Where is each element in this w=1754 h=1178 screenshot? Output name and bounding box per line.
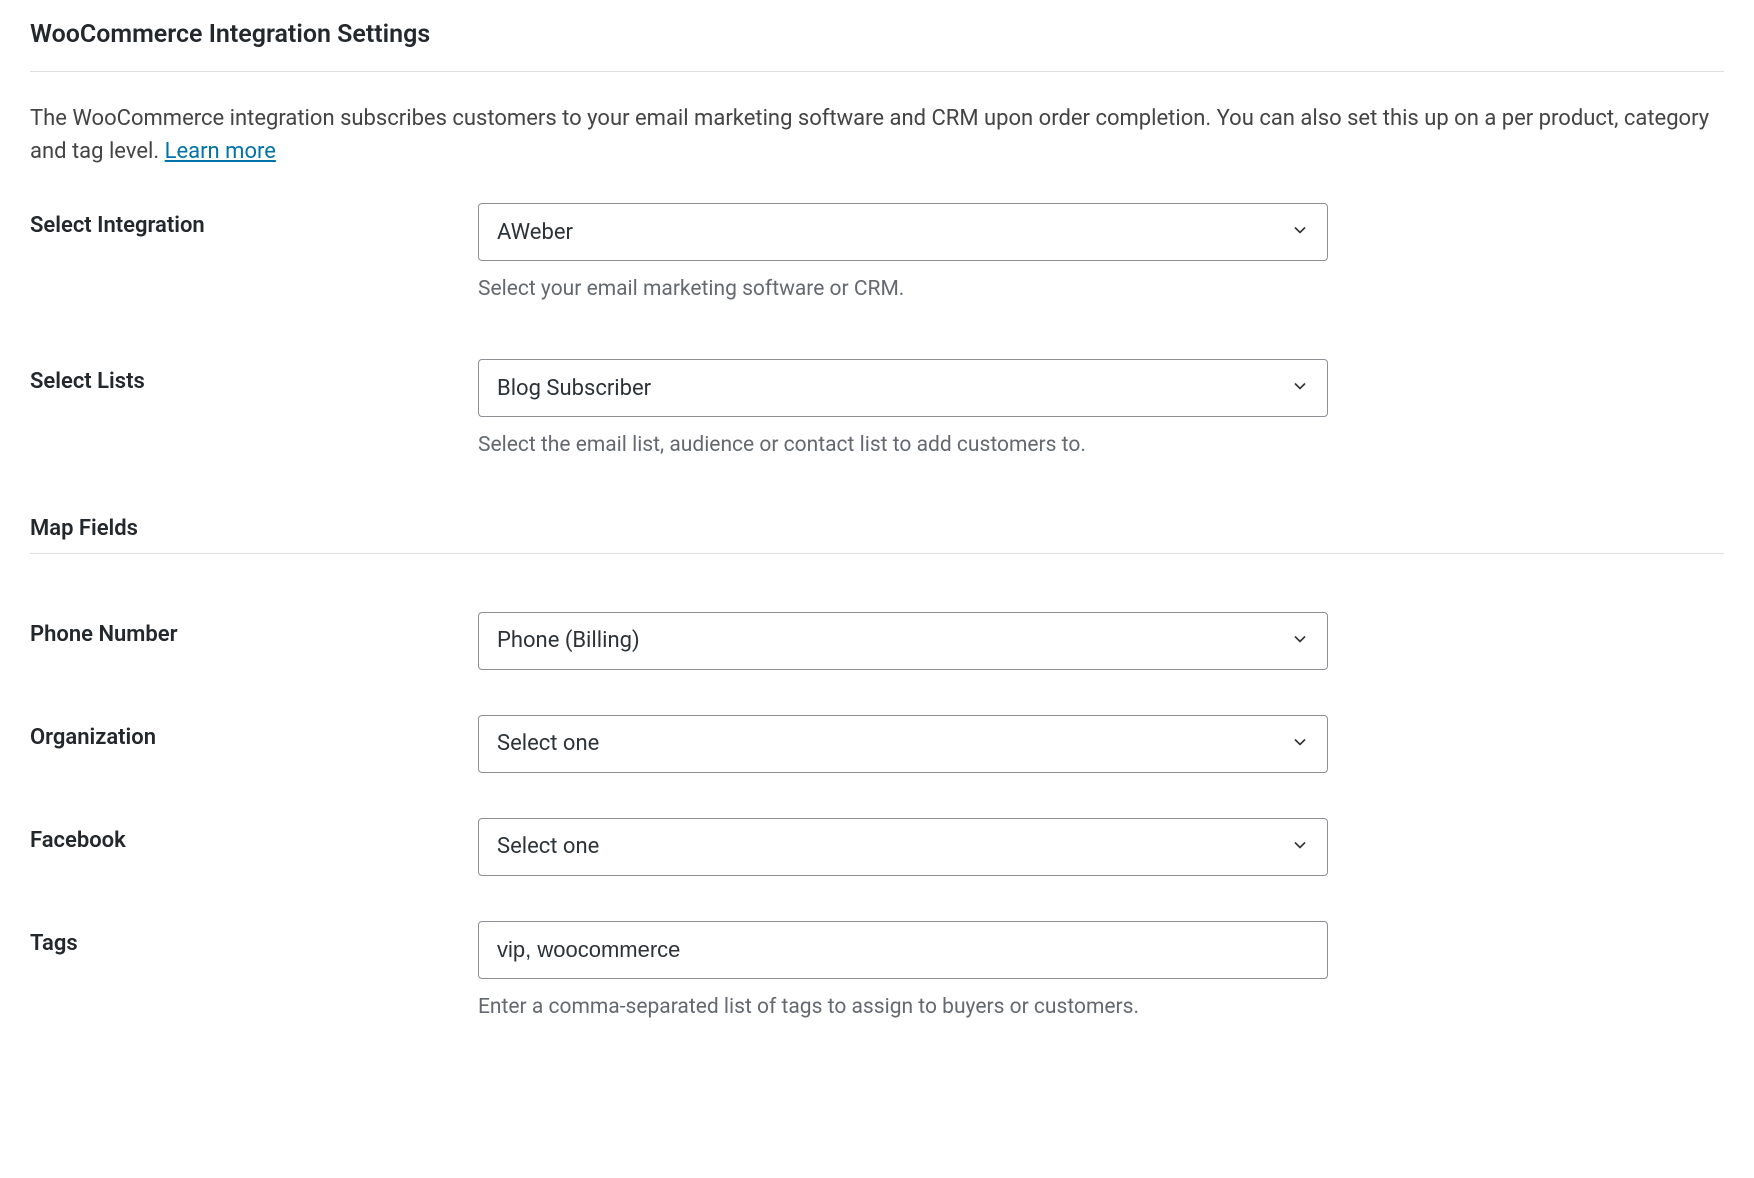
tags-help: Enter a comma-separated list of tags to … (478, 993, 1328, 1022)
field-row-lists: Select Lists Blog Subscriber Select the … (30, 359, 1724, 460)
map-fields-title: Map Fields (30, 516, 1724, 554)
tags-label: Tags (30, 921, 478, 956)
lists-help: Select the email list, audience or conta… (478, 431, 1328, 460)
facebook-label: Facebook (30, 818, 478, 853)
field-row-organization: Organization Select one (30, 715, 1724, 773)
learn-more-link[interactable]: Learn more (165, 139, 276, 164)
phone-select[interactable]: Phone (Billing) (478, 612, 1328, 670)
integration-select[interactable]: AWeber (478, 203, 1328, 261)
description-text: The WooCommerce integration subscribes c… (30, 106, 1709, 164)
tags-input[interactable] (478, 921, 1328, 979)
lists-label: Select Lists (30, 359, 478, 394)
field-row-tags: Tags Enter a comma-separated list of tag… (30, 921, 1724, 1022)
integration-label: Select Integration (30, 203, 478, 238)
integration-help: Select your email marketing software or … (478, 275, 1328, 304)
page-title: WooCommerce Integration Settings (30, 20, 1724, 72)
facebook-select[interactable]: Select one (478, 818, 1328, 876)
organization-label: Organization (30, 715, 478, 750)
field-row-integration: Select Integration AWeber Select your em… (30, 203, 1724, 304)
phone-label: Phone Number (30, 612, 478, 647)
organization-select[interactable]: Select one (478, 715, 1328, 773)
field-row-phone: Phone Number Phone (Billing) (30, 612, 1724, 670)
lists-select[interactable]: Blog Subscriber (478, 359, 1328, 417)
field-row-facebook: Facebook Select one (30, 818, 1724, 876)
page-description: The WooCommerce integration subscribes c… (30, 102, 1724, 168)
